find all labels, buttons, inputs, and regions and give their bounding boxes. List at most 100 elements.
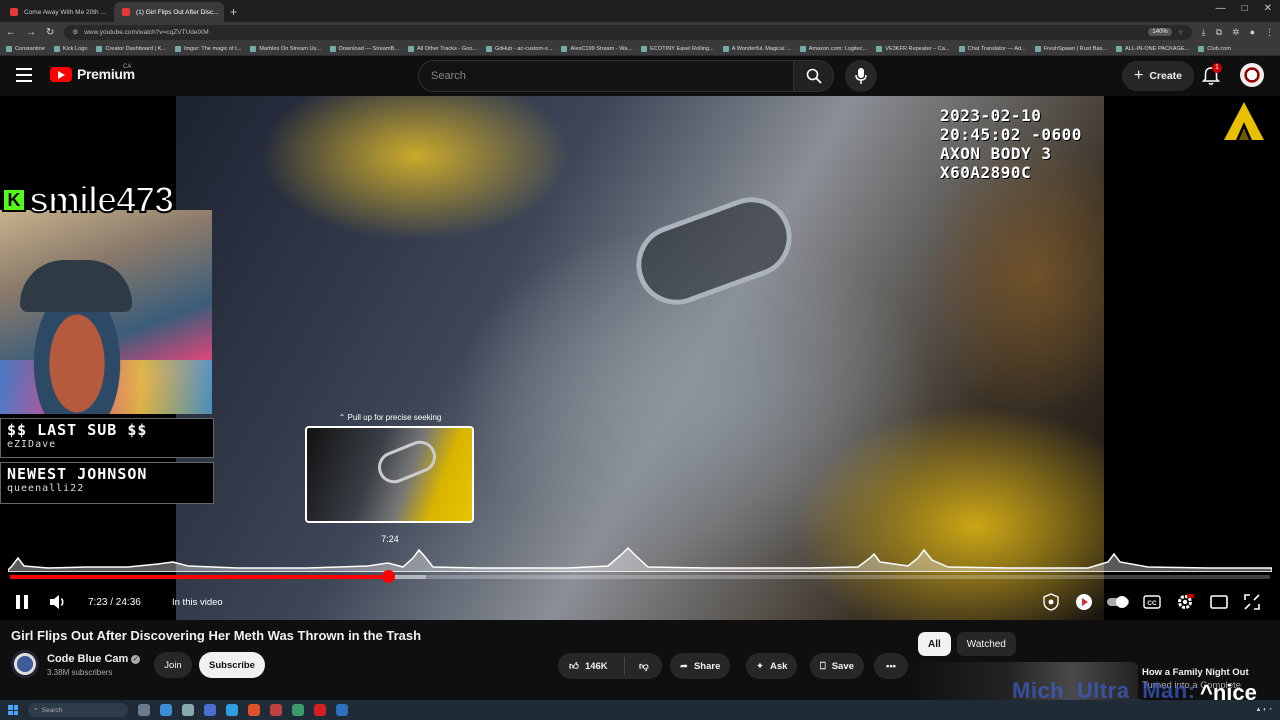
site-info-icon[interactable]: ⚙ <box>72 28 78 36</box>
bookmark-label: ECOTINY Easel Rolling... <box>650 45 714 52</box>
new-tab-icon[interactable]: + <box>230 2 237 22</box>
scrubber-handle[interactable] <box>382 570 395 583</box>
bookmark-item[interactable]: All Other Tracks - Goo... <box>407 45 477 52</box>
bookmark-label: Constantine <box>15 45 45 52</box>
bookmark-favicon-icon <box>485 45 492 52</box>
youtube-header: Premium CA Search + Create 1 <box>0 56 1280 96</box>
share-button[interactable]: ➦ Share <box>670 653 731 679</box>
taskbar-app-icon[interactable] <box>182 704 194 716</box>
taskbar-app-icon[interactable] <box>138 704 150 716</box>
subscribe-button[interactable]: Subscribe <box>199 652 265 678</box>
pause-icon <box>16 595 28 609</box>
theater-mode-button[interactable] <box>1207 590 1231 614</box>
minimize-icon[interactable]: — <box>1216 3 1226 14</box>
dislike-button[interactable]: 👎︎ <box>631 660 649 672</box>
browser-menu-icon[interactable]: ⋮ <box>1265 27 1274 38</box>
windows-start-icon[interactable] <box>8 705 18 715</box>
taskbar-search[interactable]: ⌕ Search <box>28 703 128 717</box>
taskbar-app-icon[interactable] <box>204 704 216 716</box>
taskbar-app-icon[interactable] <box>270 704 282 716</box>
extension-play-button[interactable] <box>1072 590 1096 614</box>
voice-search-button[interactable] <box>845 60 877 92</box>
like-count: 146K <box>584 660 608 672</box>
system-tray[interactable]: ▲ ◐ ◔ <box>1255 707 1272 714</box>
bookmark-item[interactable]: ALL-IN-ONE PACKAGE... <box>1116 45 1189 52</box>
more-horizontal-icon: ••• <box>886 660 896 672</box>
progress-bar[interactable] <box>10 575 1270 579</box>
close-window-icon[interactable]: ✕ <box>1264 3 1272 14</box>
create-button[interactable]: + Create <box>1122 61 1194 91</box>
ask-button[interactable]: ✦ Ask <box>746 653 798 679</box>
chapter-button[interactable]: In this video <box>172 597 223 608</box>
save-button[interactable]: ⎕ Save <box>810 653 864 679</box>
bookmark-item[interactable]: ECOTINY Easel Rolling... <box>641 45 714 52</box>
taskbar-app-icon[interactable] <box>336 704 348 716</box>
taskbar-app-icon[interactable] <box>248 704 260 716</box>
address-bar[interactable]: ⚙ www.youtube.com/watch?v=cqZVTUdelXM 14… <box>64 24 1192 40</box>
taskbar-app-icon[interactable] <box>314 704 326 716</box>
bookmark-item[interactable]: Marbles On Stream Us... <box>250 45 321 52</box>
like-button[interactable]: 👍︎ 146K <box>558 657 625 675</box>
search-button[interactable] <box>794 60 834 92</box>
channel-name[interactable]: Code Blue Cam <box>47 653 128 665</box>
forward-icon[interactable]: → <box>26 27 36 38</box>
bookmark-item[interactable]: Download — StreamB... <box>329 45 399 52</box>
bookmark-item[interactable]: FreshSpawn | Rust Bas... <box>1034 45 1107 52</box>
channel-name-row[interactable]: Code Blue Cam ✓ <box>47 653 141 665</box>
pause-button[interactable] <box>10 590 34 614</box>
bookmark-item[interactable]: Kick Logo <box>53 45 87 52</box>
fullscreen-button[interactable] <box>1240 590 1264 614</box>
captions-button[interactable]: CC <box>1140 590 1164 614</box>
video-player[interactable]: 2023-02-10 20:45:02 -0600 AXON BODY 3 X6… <box>0 96 1280 620</box>
taskbar-app-icon[interactable] <box>292 704 304 716</box>
bookmark-label: Marbles On Stream Us... <box>259 45 321 52</box>
volume-button[interactable] <box>46 590 70 614</box>
bookmark-item[interactable]: Creator Dashboard | K... <box>96 45 166 52</box>
autoplay-toggle[interactable] <box>1106 590 1130 614</box>
bodycam-timestamp: 2023-02-10 20:45:02 -0600 AXON BODY 3 X6… <box>940 106 1104 182</box>
extension-icon[interactable]: ⧉ <box>1216 27 1222 38</box>
chip-all[interactable]: All <box>918 632 951 656</box>
channel-avatar[interactable] <box>11 650 39 678</box>
notifications-button[interactable]: 1 <box>1201 63 1222 86</box>
chip-watched[interactable]: Watched <box>956 632 1016 656</box>
bookmark-favicon-icon <box>876 45 883 52</box>
bookmark-item[interactable]: Constantine <box>6 45 45 52</box>
reload-icon[interactable]: ↻ <box>46 27 54 38</box>
puzzle-icon[interactable]: ✲ <box>1232 27 1240 38</box>
seek-hint-text: Pull up for precise seeking <box>347 413 442 422</box>
bookmark-label: VE3KFR Repeater – Ca... <box>885 45 950 52</box>
maximize-icon[interactable]: □ <box>1242 3 1248 14</box>
bookmark-item[interactable]: AlexC199 Stream - Wa... <box>561 45 633 52</box>
hamburger-menu-icon[interactable] <box>16 68 32 82</box>
bookmark-label: AlexC199 Stream - Wa... <box>570 45 633 52</box>
youtube-premium-logo[interactable]: Premium CA <box>50 64 135 82</box>
back-icon[interactable]: ← <box>6 27 16 38</box>
search-icon: ⌕ <box>34 706 38 713</box>
zoom-badge[interactable]: 140% <box>1148 28 1172 36</box>
taskbar-search-placeholder: Search <box>41 706 63 714</box>
bookmark-star-icon[interactable]: ☆ <box>1178 28 1184 36</box>
taskbar-app-icon[interactable] <box>160 704 172 716</box>
bookmark-item[interactable]: Imgur: The magic of t... <box>174 45 241 52</box>
more-actions-button[interactable]: ••• <box>874 653 908 679</box>
settings-button[interactable] <box>1173 590 1197 614</box>
bookmark-item[interactable]: Club.com <box>1198 45 1231 52</box>
join-button[interactable]: Join <box>154 652 192 678</box>
bookmark-item[interactable]: A Wonderful, Magical ... <box>722 45 791 52</box>
verified-check-icon: ✓ <box>131 655 141 664</box>
browser-tab-0[interactable]: Come Away With Me 20th ... ✕ <box>2 2 112 22</box>
download-icon[interactable]: ⤓ <box>1202 27 1206 38</box>
search-icon <box>806 68 822 84</box>
bookmark-item[interactable]: VE3KFR Repeater – Ca... <box>876 45 950 52</box>
newest-title: NEWEST JOHNSON <box>7 465 148 483</box>
profile-icon[interactable]: ● <box>1250 27 1255 38</box>
search-input[interactable]: Search <box>418 60 794 92</box>
account-avatar[interactable] <box>1240 63 1264 87</box>
bookmark-item[interactable]: Amazon.com: Logitec... <box>799 45 867 52</box>
bookmark-item[interactable]: Chat Translator — Ad... <box>958 45 1026 52</box>
bookmark-item[interactable]: GitHub - ac-custom-s... <box>485 45 552 52</box>
ad-shield-button[interactable] <box>1039 590 1063 614</box>
browser-tab-1[interactable]: (1) Girl Flips Out After Disc... ✕ <box>114 2 224 22</box>
taskbar-app-icon[interactable] <box>226 704 238 716</box>
